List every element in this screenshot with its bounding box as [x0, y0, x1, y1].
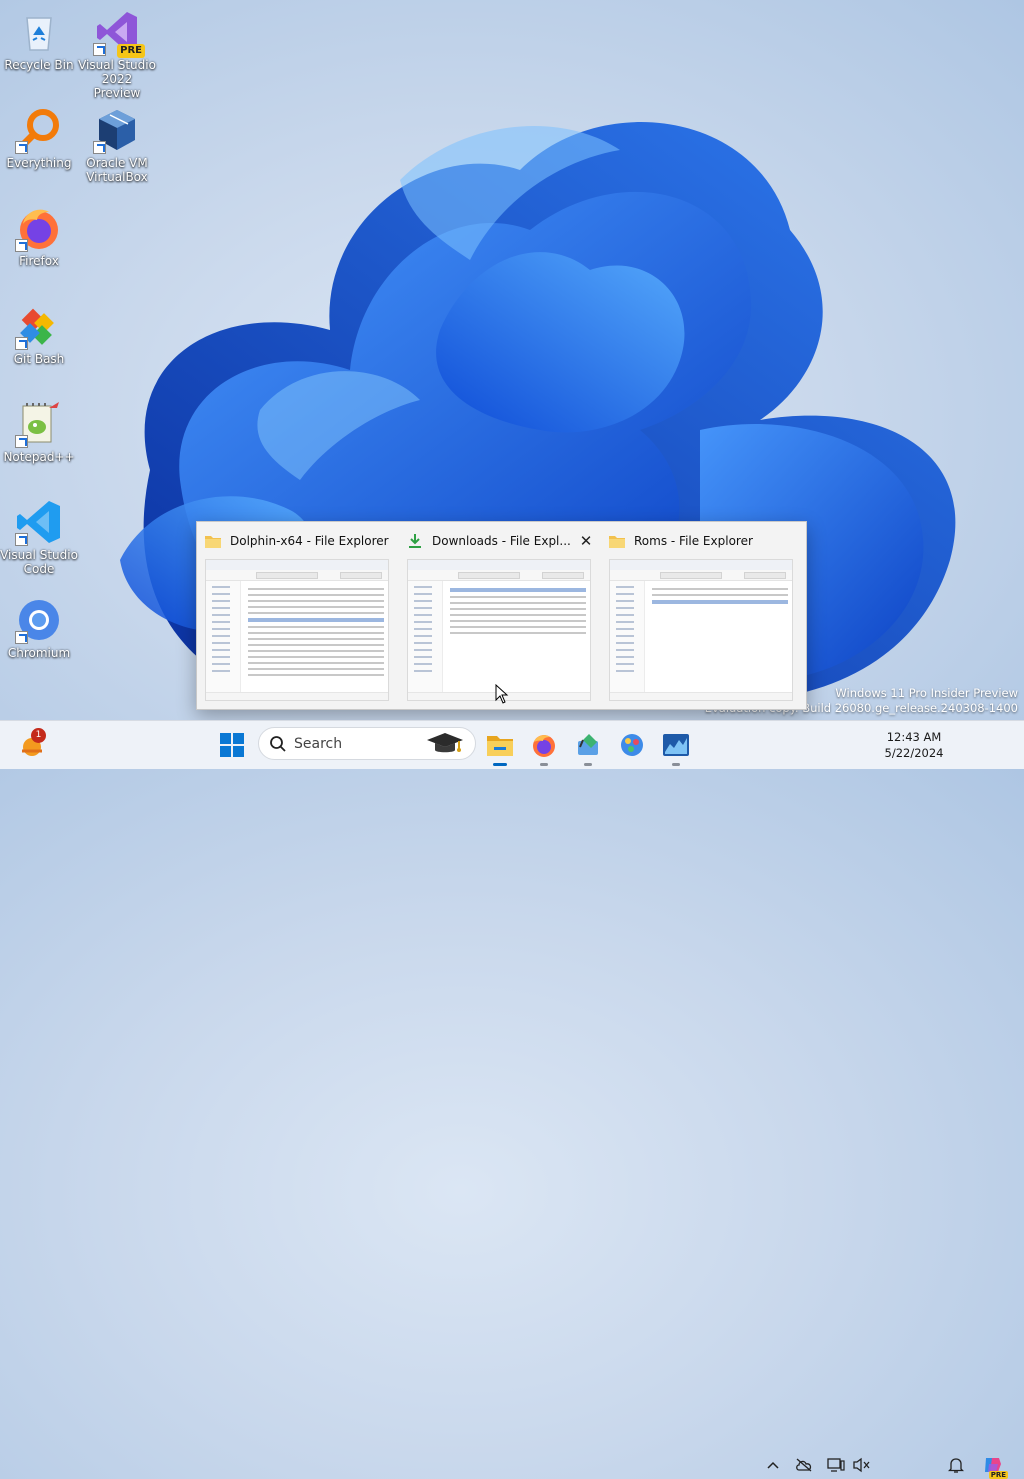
desktop-icon-label: Firefox — [19, 254, 59, 268]
thumbnail-dolphin-x64[interactable]: Dolphin-x64 - File Explorer — [197, 522, 399, 709]
taskbar: PRE — [0, 720, 1024, 1479]
shortcut-arrow-icon — [15, 435, 28, 448]
network-icon — [827, 1458, 845, 1472]
running-indicator — [672, 763, 680, 766]
desktop-icon-visual-studio-code[interactable]: Visual Studio Code — [0, 498, 78, 576]
network-tray[interactable] — [827, 1456, 845, 1474]
window-preview — [407, 559, 591, 701]
folder-icon — [205, 536, 221, 548]
start-button[interactable] — [214, 727, 250, 763]
clock-date: 5/22/2024 — [884, 746, 944, 760]
desktop-icon-label: Git Bash — [13, 352, 65, 366]
shortcut-arrow-icon — [93, 43, 106, 56]
chevron-up-icon — [767, 1461, 779, 1469]
desktop-icon-label: Oracle VM VirtualBox — [86, 156, 148, 184]
running-indicator — [540, 763, 548, 766]
thumbnail-downloads[interactable]: Downloads - File Expl... ✕ — [399, 522, 601, 709]
taskbar-chart-app[interactable] — [658, 727, 694, 766]
desktop-icon-chromium[interactable]: Chromium — [0, 596, 78, 660]
desktop-icon-label: Recycle Bin — [4, 58, 74, 72]
copilot-button[interactable]: PRE — [982, 1454, 1008, 1479]
running-indicator — [584, 763, 592, 766]
window-preview — [205, 559, 389, 701]
desktop-icon-label: Notepad++ — [3, 450, 75, 464]
paint-icon — [578, 734, 598, 755]
close-icon[interactable]: ✕ — [575, 530, 597, 552]
desktop-icon-recycle-bin[interactable]: Recycle Bin — [0, 8, 78, 72]
thumbnail-roms[interactable]: Roms - File Explorer — [601, 522, 806, 709]
desktop-icon-oracle-vm-virtualbox[interactable]: Oracle VM VirtualBox — [78, 106, 156, 184]
desktop-icon-notepad-plus-plus[interactable]: Notepad++ — [0, 400, 78, 464]
running-indicator — [493, 763, 507, 766]
shortcut-arrow-icon — [15, 337, 28, 350]
taskbar-clock[interactable]: 12:43 AM 5/22/2024 — [880, 729, 948, 761]
recycle-bin-icon — [26, 17, 52, 51]
search-icon — [270, 736, 286, 752]
folder-icon — [609, 536, 625, 548]
desktop-icon-firefox[interactable]: Firefox — [0, 204, 78, 268]
volume-muted-icon — [853, 1457, 870, 1473]
graduation-cap-icon — [427, 733, 463, 753]
photos-icon — [621, 734, 643, 756]
shortcut-arrow-icon — [15, 533, 28, 546]
shortcut-arrow-icon — [15, 631, 28, 644]
bell-icon — [948, 1457, 964, 1473]
taskbar-firefox[interactable] — [526, 727, 562, 766]
desktop-icon-label: Visual Studio Code — [0, 548, 78, 576]
file-explorer-icon — [487, 736, 513, 756]
thumbnail-title: Dolphin-x64 - File Explorer — [230, 534, 389, 548]
onedrive-offline-icon — [796, 1458, 812, 1472]
desktop-icon-everything[interactable]: Everything — [0, 106, 78, 170]
desktop-icon-git-bash[interactable]: Git Bash — [0, 302, 78, 366]
chart-app-icon — [663, 734, 689, 756]
taskbar-file-explorer[interactable] — [482, 727, 518, 766]
copilot-pre-badge: PRE — [988, 1471, 1008, 1479]
taskbar-paint[interactable] — [570, 727, 606, 766]
thumbnail-title: Roms - File Explorer — [634, 534, 753, 548]
window-preview — [609, 559, 793, 701]
thumbnail-title: Downloads - File Expl... — [432, 534, 571, 548]
desktop-icon-label: Everything — [6, 156, 72, 170]
volume-tray[interactable] — [853, 1456, 871, 1474]
show-hidden-icons-chevron[interactable] — [764, 1456, 782, 1474]
start-icon — [220, 733, 244, 757]
clock-time: 12:43 AM — [886, 730, 942, 744]
shortcut-arrow-icon — [15, 239, 28, 252]
taskbar-search-box[interactable]: Search — [258, 727, 476, 760]
desktop-icon-label: Chromium — [7, 646, 71, 660]
firefox-icon — [533, 735, 555, 757]
shortcut-arrow-icon — [93, 141, 106, 154]
search-placeholder: Search — [294, 736, 343, 752]
taskbar-thumbnail-popup: Dolphin-x64 - File Explorer Downloads - … — [196, 521, 807, 710]
download-icon — [409, 534, 421, 548]
onedrive-tray[interactable] — [795, 1456, 813, 1474]
desktop-icon-visual-studio-2022-preview[interactable]: PRE Visual Studio 2022 Preview — [78, 8, 156, 100]
widgets-notification-badge: 1 — [31, 728, 46, 743]
shortcut-arrow-icon — [15, 141, 28, 154]
desktop-icon-label: Visual Studio 2022 Preview — [78, 58, 156, 100]
taskbar-photos[interactable] — [614, 727, 650, 763]
mouse-cursor-icon — [495, 684, 509, 704]
notifications-button[interactable] — [947, 1456, 965, 1474]
pre-badge: PRE — [117, 44, 145, 58]
